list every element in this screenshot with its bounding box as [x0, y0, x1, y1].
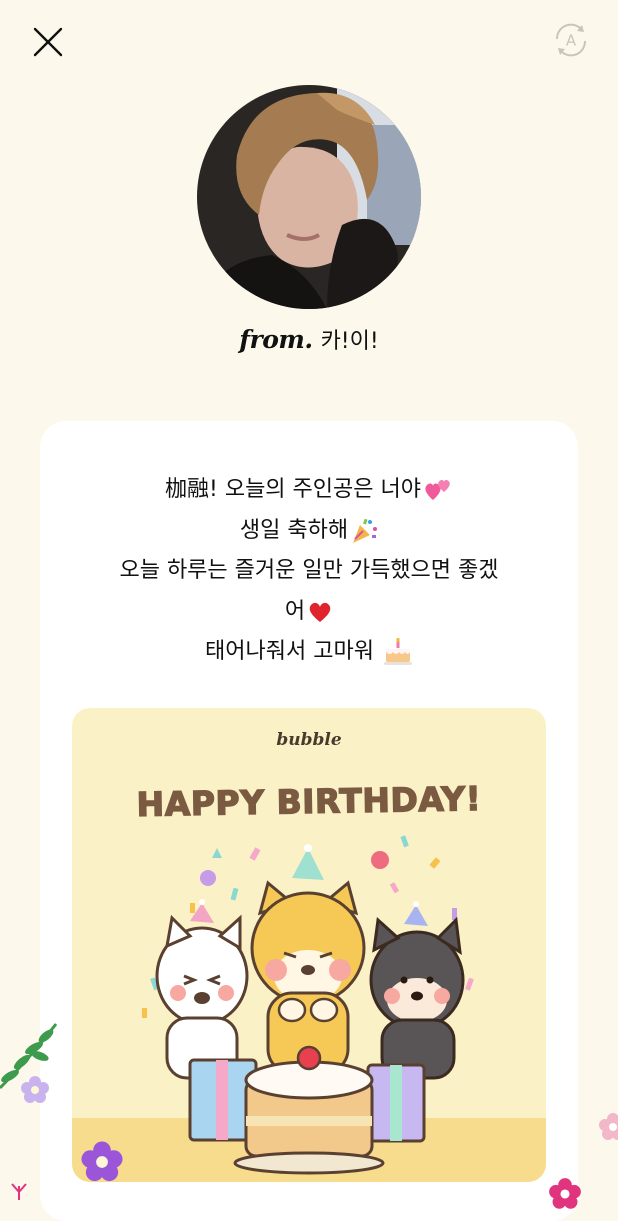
- svg-text:A: A: [566, 32, 577, 50]
- birthday-cake-icon: [383, 638, 412, 665]
- flower-icon: [549, 1178, 581, 1209]
- avatar: [197, 85, 421, 309]
- auto-translate-icon: A: [555, 23, 587, 57]
- sender-name: 카!이!: [320, 329, 379, 354]
- red-heart-icon: [309, 602, 331, 622]
- birthday-illustration-card: bubble HAPPY BIRTHDAY!: [72, 708, 546, 1182]
- sender-line: from. 카!이!: [0, 318, 618, 364]
- auto-translate-button[interactable]: A: [551, 20, 591, 60]
- from-prefix: from.: [239, 325, 313, 354]
- close-icon: [33, 27, 63, 57]
- message-line: 어: [70, 592, 548, 633]
- message-line: 생일 축하해: [70, 511, 548, 552]
- white-dog: [155, 899, 249, 1080]
- black-dog: [369, 901, 465, 1080]
- shiba-dog: [250, 844, 366, 1075]
- message-line: 枷融! 오늘의 주인공은 너야: [70, 470, 548, 511]
- flower-icon: [81, 1141, 123, 1182]
- flower-icon: [599, 1113, 618, 1140]
- happy-birthday-headline: HAPPY BIRTHDAY!: [136, 779, 481, 824]
- two-hearts-icon: [425, 480, 450, 500]
- message-body: 枷融! 오늘의 주인공은 너야 생일 축하해 오늘 하루는 즐거운 일만 가득했…: [70, 470, 548, 673]
- flower-icon: [21, 1076, 49, 1103]
- birthday-illustration: HAPPY BIRTHDAY!: [72, 778, 546, 1182]
- party-popper-icon: [353, 518, 378, 543]
- message-line: 태어나줘서 고마워: [70, 632, 548, 673]
- message-line: 오늘 하루는 즐거운 일만 가득했으면 좋겠: [119, 558, 499, 583]
- sprout-icon: [11, 1183, 27, 1200]
- close-button[interactable]: [28, 22, 68, 62]
